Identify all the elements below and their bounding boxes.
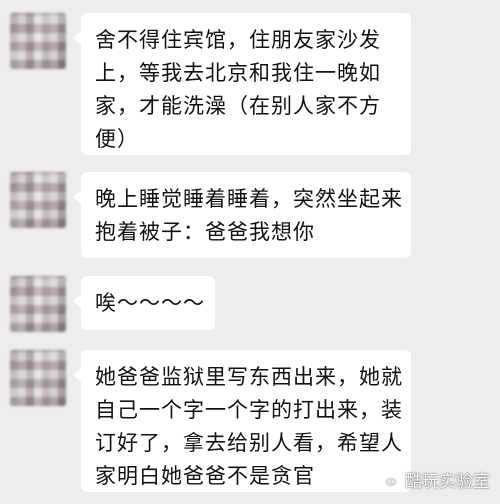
message-text-line: 家明白她爸爸不是贪官 bbox=[95, 464, 315, 488]
message-text-line: 唉～～～～ bbox=[95, 291, 205, 315]
message-text-line: 她爸爸监狱里写东西出来，她就 bbox=[95, 365, 403, 389]
watermark-text: 酷玩实验室 bbox=[405, 472, 490, 492]
message-text-line: 自己一个字一个字的打出来，装 bbox=[95, 398, 403, 422]
message-text-line: 家，才能洗澡（在别人家不方 bbox=[95, 94, 381, 118]
avatar[interactable] bbox=[10, 13, 66, 69]
message-bubble[interactable]: 晚上睡觉睡着睡着，突然坐起来 抱着被子：爸爸我想你 bbox=[73, 172, 411, 258]
message-text-line: 上，等我去北京和我住一晚如 bbox=[95, 61, 381, 85]
message-text-line: 订好了，拿去给别人看，希望人 bbox=[95, 431, 403, 455]
message-bubble[interactable]: 舍不得住宾馆，住朋友家沙发 上，等我去北京和我住一晚如 家，才能洗澡（在别人家不… bbox=[73, 13, 411, 155]
message-text-line: 舍不得住宾馆，住朋友家沙发 bbox=[95, 28, 381, 52]
message-bubble[interactable]: 唉～～～～ bbox=[73, 276, 215, 330]
message-text-line: 便） bbox=[95, 127, 139, 151]
wechat-logo-icon bbox=[375, 470, 399, 488]
watermark: 酷玩实验室 bbox=[375, 467, 490, 492]
message-text-line: 晚上睡觉睡着睡着，突然坐起来 bbox=[95, 187, 403, 211]
message-bubble[interactable]: 她爸爸监狱里写东西出来，她就 自己一个字一个字的打出来，装 订好了，拿去给别人看… bbox=[73, 350, 411, 492]
avatar[interactable] bbox=[10, 276, 66, 332]
avatar[interactable] bbox=[10, 350, 66, 406]
avatar[interactable] bbox=[10, 172, 66, 228]
message-text-line: 抱着被子：爸爸我想你 bbox=[95, 220, 315, 244]
